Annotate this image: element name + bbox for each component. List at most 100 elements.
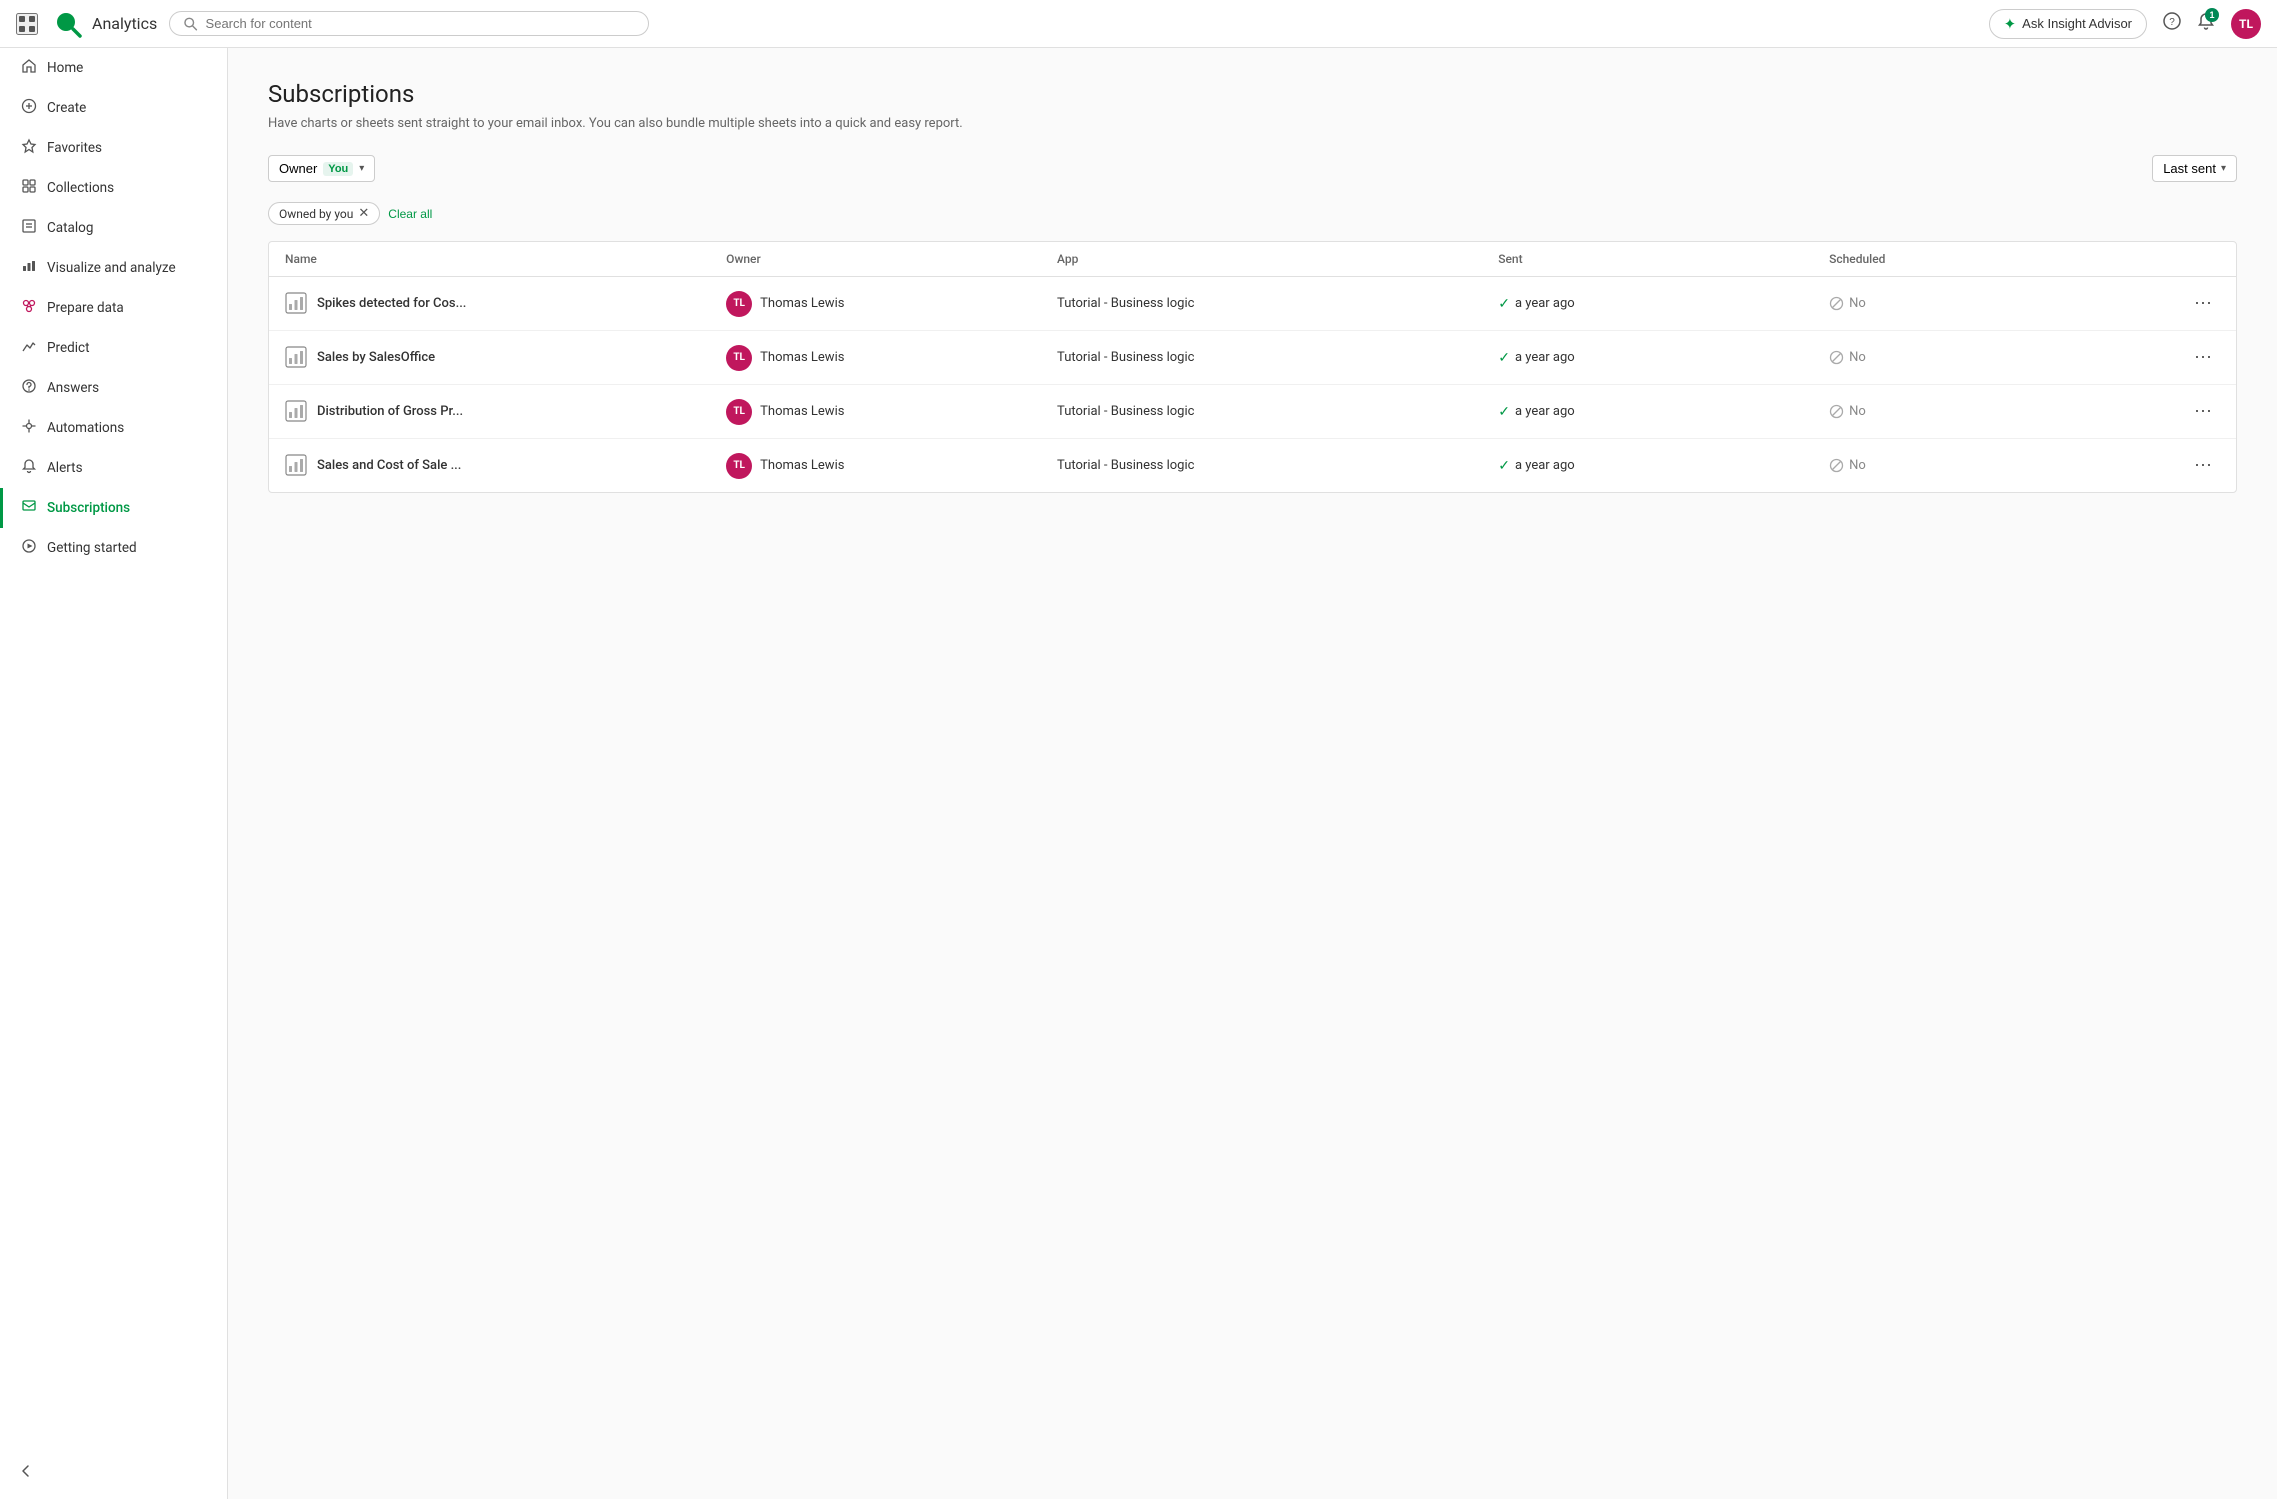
row-more-button[interactable]: ⋯ (2186, 397, 2220, 426)
automations-icon (21, 418, 37, 438)
sidebar-item-label: Predict (47, 340, 90, 356)
app-title: Analytics (92, 14, 157, 33)
sidebar-item-label: Answers (47, 380, 99, 396)
visualize-icon (21, 258, 37, 278)
search-icon (184, 17, 197, 31)
chart-icon (285, 346, 309, 370)
owner-name: Thomas Lewis (760, 296, 844, 311)
row-scheduled: No (1849, 458, 1866, 473)
row-name-cell: Distribution of Gross Pr... (285, 400, 726, 424)
topnav-actions: ✦ Ask Insight Advisor ? 1 TL (1989, 9, 2261, 39)
row-name: Sales by SalesOffice (317, 350, 435, 365)
sidebar-item-catalog[interactable]: Catalog (0, 208, 227, 248)
chart-icon (285, 400, 309, 424)
table-body: Spikes detected for Cos... TL Thomas Lew… (269, 277, 2236, 492)
sidebar-item-alerts[interactable]: Alerts (0, 448, 227, 488)
sidebar-item-predict[interactable]: Predict (0, 328, 227, 368)
sidebar-item-label: Alerts (47, 460, 83, 476)
row-scheduled-cell: No (1829, 404, 2160, 419)
sidebar-item-subscriptions[interactable]: Subscriptions (0, 488, 227, 528)
sidebar-item-label: Getting started (47, 540, 137, 556)
search-bar[interactable] (169, 11, 649, 36)
help-button[interactable]: ? (2163, 12, 2181, 35)
row-scheduled-cell: No (1829, 296, 2160, 311)
table-row: Spikes detected for Cos... TL Thomas Lew… (269, 277, 2236, 331)
sidebar-item-getting-started[interactable]: Getting started (0, 528, 227, 568)
row-sent-time: a year ago (1515, 458, 1575, 473)
owner-name: Thomas Lewis (760, 350, 844, 365)
app-layout: Home CreateFavoritesCollections Catalog Vis… (0, 48, 2277, 1499)
sidebar-item-visualize[interactable]: Visualize and analyze (0, 248, 227, 288)
sent-check-icon: ✓ (1498, 404, 1510, 420)
row-sent-cell: ✓ a year ago (1498, 458, 1829, 474)
grid-menu-icon[interactable] (16, 13, 38, 35)
row-app-cell: Tutorial - Business logic (1057, 404, 1498, 419)
col-owner: Owner (726, 252, 1057, 266)
star-icon (21, 138, 37, 158)
owner-avatar: TL (726, 345, 752, 371)
search-input[interactable] (206, 16, 635, 31)
row-scheduled-cell: No (1829, 350, 2160, 365)
sidebar-item-label: Catalog (47, 220, 93, 236)
sent-check-icon: ✓ (1498, 350, 1510, 366)
filter-bar: Owner You ▾ Last sent ▾ (268, 155, 2237, 182)
row-name: Distribution of Gross Pr... (317, 404, 463, 419)
main-content: Subscriptions Have charts or sheets sent… (228, 48, 2277, 1499)
svg-text:?: ? (2169, 17, 2175, 28)
help-icon: ? (2163, 12, 2181, 30)
row-owner-cell: TL Thomas Lewis (726, 399, 1057, 425)
getting-started-icon (21, 538, 37, 558)
last-sent-sort-button[interactable]: Last sent ▾ (2152, 155, 2237, 182)
user-avatar[interactable]: TL (2231, 9, 2261, 39)
notifications-button[interactable]: 1 (2197, 12, 2215, 35)
table-row: Distribution of Gross Pr... TL Thomas Le… (269, 385, 2236, 439)
no-schedule-icon (1829, 404, 1844, 419)
sidebar-item-favorites[interactable]: Favorites (0, 128, 227, 168)
filter-tag-close-icon[interactable]: ✕ (358, 206, 369, 221)
row-sent-time: a year ago (1515, 296, 1575, 311)
row-sent-cell: ✓ a year ago (1498, 350, 1829, 366)
no-schedule-icon (1829, 296, 1844, 311)
sidebar-item-answers[interactable]: Answers (0, 368, 227, 408)
row-scheduled: No (1849, 350, 1866, 365)
sidebar-item-home[interactable]: Home (0, 48, 227, 88)
sidebar-item-label: Subscriptions (47, 500, 130, 516)
sidebar-item-label: Home (47, 60, 83, 76)
row-more-button[interactable]: ⋯ (2186, 343, 2220, 372)
chevron-down-icon: ▾ (359, 163, 364, 174)
filter-left: Owner You ▾ (268, 155, 375, 182)
subscriptions-icon (21, 498, 37, 518)
owner-avatar: TL (726, 399, 752, 425)
chart-icon (285, 292, 309, 316)
insight-advisor-button[interactable]: ✦ Ask Insight Advisor (1989, 9, 2147, 39)
plus-icon (21, 98, 37, 118)
row-app: Tutorial - Business logic (1057, 296, 1194, 311)
collections-icon (21, 178, 37, 198)
insight-advisor-icon: ✦ (2004, 15, 2017, 33)
row-app: Tutorial - Business logic (1057, 458, 1194, 473)
row-app: Tutorial - Business logic (1057, 404, 1194, 419)
clear-all-button[interactable]: Clear all (388, 207, 432, 221)
row-more-button[interactable]: ⋯ (2186, 289, 2220, 318)
row-actions-cell: ⋯ (2160, 397, 2220, 426)
sidebar-item-label: Automations (47, 420, 124, 436)
row-owner-cell: TL Thomas Lewis (726, 453, 1057, 479)
row-name: Spikes detected for Cos... (317, 296, 466, 311)
sidebar-item-prepare[interactable]: Prepare data (0, 288, 227, 328)
owner-avatar: TL (726, 291, 752, 317)
sidebar-item-automations[interactable]: Automations (0, 408, 227, 448)
owned-by-you-filter-tag[interactable]: Owned by you ✕ (268, 202, 380, 225)
col-scheduled: Scheduled (1829, 252, 2160, 266)
owner-filter-button[interactable]: Owner You ▾ (268, 155, 375, 182)
sidebar-item-create[interactable]: Create (0, 88, 227, 128)
notification-badge: 1 (2205, 8, 2219, 22)
sidebar-collapse-button[interactable] (0, 1453, 227, 1489)
row-more-button[interactable]: ⋯ (2186, 451, 2220, 480)
sidebar-item-collections[interactable]: Collections (0, 168, 227, 208)
app-logo: Analytics (50, 6, 157, 42)
sent-check-icon: ✓ (1498, 458, 1510, 474)
insight-advisor-label: Ask Insight Advisor (2022, 16, 2132, 31)
sidebar-item-label: Prepare data (47, 300, 124, 316)
col-name: Name (285, 252, 726, 266)
row-owner-cell: TL Thomas Lewis (726, 291, 1057, 317)
